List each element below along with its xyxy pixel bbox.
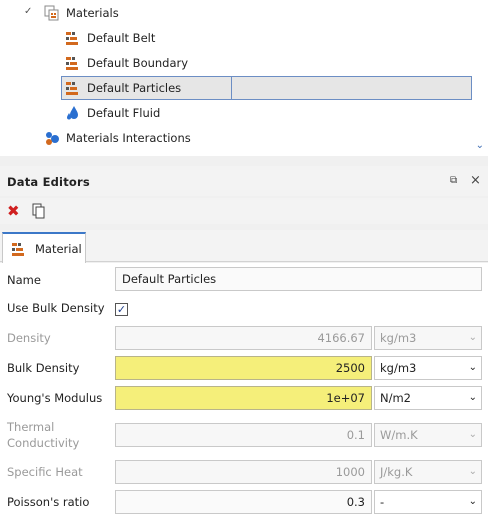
poissons-ratio-input[interactable]: 0.3	[115, 490, 372, 514]
tab-label: Material	[35, 241, 82, 256]
poissons-ratio-unit-select[interactable]: - ⌄	[374, 490, 482, 514]
name-input[interactable]: Default Particles	[115, 267, 482, 291]
bulk-density-unit-select[interactable]: kg/m3 ⌄	[374, 356, 482, 380]
tree-item-default-fluid[interactable]: Default Fluid	[65, 101, 160, 125]
density-label: Density	[7, 331, 51, 345]
thermal-conductivity-input: 0.1	[115, 423, 372, 447]
specific-heat-input: 1000	[115, 460, 372, 484]
chevron-down-icon: ⌄	[468, 362, 477, 373]
chevron-down-icon: ⌄	[468, 392, 477, 403]
use-bulk-density-checkbox[interactable]: ✓	[115, 303, 128, 316]
panel-separator[interactable]	[0, 156, 488, 166]
interactions-icon	[44, 130, 60, 146]
unit-value: N/m2	[380, 391, 411, 405]
specific-heat-label: Specific Heat	[7, 465, 83, 479]
unit-value: kg/m3	[380, 361, 417, 375]
tree-item-label: Default Boundary	[87, 56, 189, 70]
data-editors-toolbar: ✖	[0, 198, 488, 224]
unit-value: W/m.K	[380, 428, 418, 442]
tab-material[interactable]: Material	[2, 232, 86, 263]
tree-item-materials[interactable]: Materials	[44, 1, 119, 25]
use-bulk-density-label: Use Bulk Density	[7, 301, 105, 315]
editor-tab-bar: Material	[0, 230, 488, 263]
chevron-down-icon: ⌄	[468, 496, 477, 507]
tree-item-label: Materials Interactions	[66, 131, 191, 145]
close-icon[interactable]: ×	[470, 173, 481, 188]
tree-item-default-boundary[interactable]: Default Boundary	[65, 51, 188, 75]
tree-item-label: Default Belt	[87, 31, 156, 45]
youngs-modulus-unit-select[interactable]: N/m2 ⌄	[374, 386, 482, 410]
materials-folder-icon	[44, 5, 60, 21]
poissons-ratio-label: Poisson's ratio	[7, 495, 90, 509]
material-brick-icon	[11, 241, 27, 257]
bulk-density-input[interactable]: 2500	[115, 356, 372, 380]
unit-value: -	[380, 495, 385, 509]
material-brick-icon	[65, 30, 81, 46]
material-brick-icon	[65, 80, 81, 96]
bulk-density-label: Bulk Density	[7, 361, 80, 375]
copy-icon[interactable]	[32, 203, 46, 219]
panel-title: Data Editors	[7, 175, 90, 189]
specific-heat-unit-select: J/kg.K ⌄	[374, 460, 482, 484]
unit-value: J/kg.K	[380, 465, 413, 479]
restore-window-icon[interactable]: ⧉	[450, 175, 457, 186]
chevron-down-icon: ⌄	[468, 466, 477, 477]
material-properties: Name Default Particles Use Bulk Density …	[0, 263, 488, 524]
unit-value: kg/m3	[380, 331, 417, 345]
column-divider	[231, 76, 232, 100]
chevron-down-icon[interactable]: ✓	[24, 7, 34, 17]
tree-item-default-particles[interactable]: Default Particles	[65, 76, 181, 100]
material-brick-icon	[65, 55, 81, 71]
name-label: Name	[7, 273, 41, 287]
tree-item-label: Default Particles	[87, 81, 182, 95]
scroll-down-chevron-icon[interactable]: ⌄	[476, 140, 484, 151]
chevron-down-icon: ⌄	[468, 429, 477, 440]
delete-icon[interactable]: ✖	[7, 202, 20, 220]
tree-item-label: Default Fluid	[87, 106, 161, 120]
youngs-modulus-input[interactable]: 1e+07	[115, 386, 372, 410]
thermal-conductivity-unit-select: W/m.K ⌄	[374, 423, 482, 447]
tree-item-label: Materials	[66, 6, 119, 20]
tree-item-materials-interactions[interactable]: Materials Interactions	[44, 126, 191, 150]
density-unit-select: kg/m3 ⌄	[374, 326, 482, 350]
thermal-conductivity-label-line2: Conductivity	[7, 436, 80, 450]
data-editors-header: Data Editors ⧉ ×	[0, 166, 488, 196]
tree-item-default-belt[interactable]: Default Belt	[65, 26, 155, 50]
materials-tree: ✓ Materials Default Belt Default Boundar…	[0, 0, 488, 156]
density-input: 4166.67	[115, 326, 372, 350]
youngs-modulus-label: Young's Modulus	[7, 391, 103, 405]
thermal-conductivity-label-line1: Thermal	[7, 420, 55, 434]
water-drop-icon	[65, 105, 81, 121]
chevron-down-icon: ⌄	[468, 332, 477, 343]
